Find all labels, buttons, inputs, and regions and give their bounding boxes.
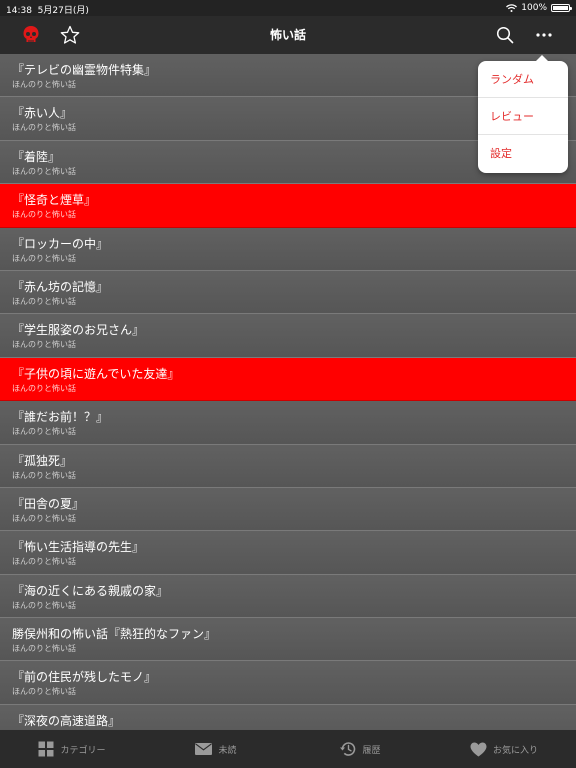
list-item-title: 『着陸』: [12, 149, 61, 164]
list-item-subtitle: ほんのりと怖い話: [12, 600, 76, 610]
nav-bar: 怖い話: [0, 16, 576, 54]
more-menu: ランダム レビュー 設定: [478, 55, 568, 173]
tab-unread[interactable]: 未読: [144, 730, 288, 768]
list-item-title: 『怖い生活指導の先生』: [12, 540, 145, 555]
more-icon[interactable]: [532, 23, 556, 47]
list-item-title: 『学生服姿のお兄さん』: [12, 323, 145, 338]
tab-bar: カテゴリー 未読 履歴 お気に入り: [0, 730, 576, 768]
list-item-subtitle: ほんのりと怖い話: [12, 383, 76, 393]
list-item[interactable]: 『学生服姿のお兄さん』ほんのりと怖い話: [0, 314, 576, 358]
wifi-icon: [506, 4, 518, 12]
list-item[interactable]: 『海の近くにある親戚の家』ほんのりと怖い話: [0, 574, 576, 619]
battery-percent: 100%: [521, 3, 547, 13]
menu-item-random[interactable]: ランダム: [478, 61, 568, 98]
list-item-subtitle: ほんのりと怖い話: [12, 557, 76, 567]
list-item-subtitle: ほんのりと怖い話: [12, 210, 76, 220]
list-item[interactable]: 勝俣州和の怖い話『熱狂的なファン』ほんのりと怖い話: [0, 618, 576, 662]
list-item-subtitle: ほんのりと怖い話: [12, 340, 76, 350]
status-time: 14:38: [6, 6, 32, 16]
list-item-title: 『赤い人』: [12, 106, 73, 121]
history-icon: [340, 742, 356, 756]
list-item[interactable]: 『前の住民が残したモノ』ほんのりと怖い話: [0, 661, 576, 705]
list-item-title: 『海の近くにある親戚の家』: [12, 583, 169, 598]
tab-label: 未読: [218, 745, 237, 756]
list-item[interactable]: 『ロッカーの中』ほんのりと怖い話: [0, 227, 576, 271]
list-item[interactable]: 『子供の頃に遊んでいた友達』ほんのりと怖い話: [0, 357, 576, 402]
tab-label: お気に入り: [492, 745, 538, 756]
list-item-title: 『子供の頃に遊んでいた友達』: [12, 366, 180, 381]
menu-item-settings[interactable]: 設定: [478, 135, 568, 172]
list-item-title: 『赤ん坊の記憶』: [12, 279, 109, 294]
list-item[interactable]: 『田舎の夏』ほんのりと怖い話: [0, 487, 576, 532]
status-left: 14:38 5月27日(月): [6, 3, 89, 16]
menu-item-review[interactable]: レビュー: [478, 98, 568, 135]
list-item-subtitle: ほんのりと怖い話: [12, 687, 76, 697]
list-item-subtitle: ほんのりと怖い話: [12, 427, 76, 437]
list-item-title: 『田舎の夏』: [12, 496, 85, 511]
list-item[interactable]: 『赤ん坊の記憶』ほんのりと怖い話: [0, 270, 576, 315]
list-item-subtitle: ほんのりと怖い話: [12, 166, 76, 176]
list-item-subtitle: ほんのりと怖い話: [12, 644, 76, 654]
tab-category[interactable]: カテゴリー: [0, 730, 144, 768]
page-title: 怖い話: [269, 28, 306, 42]
list-item-title: 『怪奇と煙草』: [12, 193, 97, 208]
list-item-title: 『前の住民が残したモノ』: [12, 670, 157, 685]
list-item-title: 『ロッカーの中』: [12, 236, 109, 251]
status-right: 100%: [506, 3, 572, 13]
status-date: 5月27日(月): [37, 6, 89, 16]
list-item-title: 『テレビの幽霊物件特集』: [12, 63, 157, 77]
tab-history[interactable]: 履歴: [288, 730, 432, 768]
list-item-title: 『誰だお前！？』: [12, 410, 109, 425]
list-item[interactable]: 『孤独死』ほんのりと怖い話: [0, 444, 576, 488]
search-icon[interactable]: [493, 23, 517, 47]
list-item-subtitle: ほんのりと怖い話: [12, 80, 76, 89]
tab-favorites[interactable]: お気に入り: [432, 730, 576, 768]
envelope-icon: [195, 743, 213, 755]
list-item-title: 勝俣州和の怖い話『熱狂的なファン』: [12, 627, 217, 642]
list-item-subtitle: ほんのりと怖い話: [12, 296, 76, 306]
heart-icon: [470, 742, 487, 756]
list-item[interactable]: 『怪奇と煙草』ほんのりと怖い話: [0, 184, 576, 228]
list-item-subtitle: ほんのりと怖い話: [12, 470, 76, 480]
list-item-title: 『深夜の高速道路』: [12, 713, 121, 728]
battery-icon: [551, 4, 572, 12]
list-item-subtitle: ほんのりと怖い話: [12, 253, 76, 263]
tab-label: 履歴: [362, 745, 381, 756]
list-item[interactable]: 『怖い生活指導の先生』ほんのりと怖い話: [0, 531, 576, 575]
tab-label: カテゴリー: [60, 745, 106, 756]
list-item-title: 『孤独死』: [12, 453, 73, 468]
list-item[interactable]: 『誰だお前！？』ほんのりと怖い話: [0, 401, 576, 445]
grid-icon: [38, 741, 54, 757]
status-bar: 14:38 5月27日(月) 100%: [0, 0, 576, 16]
list-item-subtitle: ほんのりと怖い話: [12, 123, 76, 133]
list-item[interactable]: 『深夜の高速道路』: [0, 704, 576, 730]
list-item-subtitle: ほんのりと怖い話: [12, 513, 76, 523]
